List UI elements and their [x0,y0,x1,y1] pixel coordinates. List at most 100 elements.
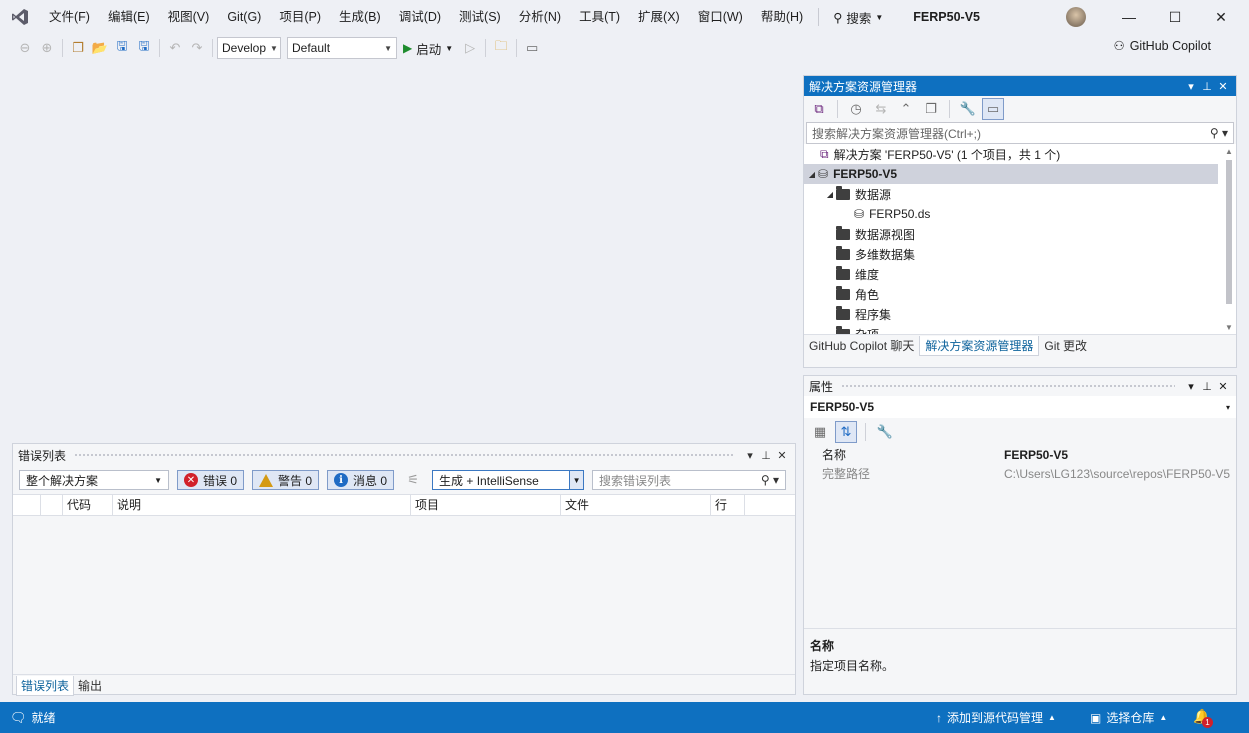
open-folder-icon[interactable]: 📂 [89,37,111,59]
close-button[interactable]: ✕ [1198,0,1244,34]
window-layout-icon[interactable]: ▭ [521,37,543,59]
menu-item[interactable]: Git(G) [218,0,270,34]
bottom-tab[interactable]: 错误列表 [16,675,75,696]
menu-item[interactable]: 分析(N) [510,0,570,34]
menu-item[interactable]: 编辑(E) [99,0,159,34]
notifications-button[interactable]: 🔔 1 [1193,708,1213,728]
start-without-debug-icon[interactable]: ▷ [459,37,481,59]
menu-item[interactable]: 项目(P) [270,0,330,34]
column-header[interactable]: 行 [711,495,745,515]
panel-menu-icon[interactable]: ▾ [1183,380,1199,393]
expand-arrow-icon[interactable]: ◢ [806,170,818,179]
undo-icon[interactable]: ↶ [164,37,186,59]
toolbar-divider [62,39,63,57]
properties-object-select[interactable]: FERP50-V5 ▾ [804,396,1236,418]
sync-icon[interactable]: ⇆ [870,98,892,120]
tree-scrollbar[interactable]: ▲ ▼ [1224,146,1234,332]
tree-item[interactable]: 多维数据集 [804,244,915,264]
menu-item[interactable]: 调试(D) [390,0,450,34]
search-menu[interactable]: ⚲ 搜索 ▼ [825,8,891,27]
column-header[interactable] [13,495,41,515]
warnings-filter-button[interactable]: 警告 0 [252,470,320,490]
properties-wrench-icon[interactable]: 🔧 [957,98,979,120]
menu-item[interactable]: 扩展(X) [629,0,689,34]
avatar[interactable] [1066,7,1086,27]
tree-item[interactable]: ◢ ⛁ FERP50-V5 [804,164,1218,184]
close-icon[interactable]: ✕ [1215,380,1231,393]
toolbar-divider [159,39,160,57]
bottom-tab[interactable]: 解决方案资源管理器 [919,335,1040,356]
tree-item-label: FERP50-V5 [833,167,898,181]
github-copilot-button[interactable]: ⚇ GitHub Copilot [1113,38,1211,54]
menu-item[interactable]: 视图(V) [159,0,219,34]
panel-menu-icon[interactable]: ▾ [1183,80,1199,93]
save-all-icon[interactable]: 🖫 [133,37,155,59]
column-header[interactable]: 项目 [411,495,561,515]
select-repo-button[interactable]: ▣ 选择仓库 ▲ [1090,709,1167,726]
visual-studio-logo-icon[interactable] [0,0,40,34]
menu-item[interactable]: 生成(B) [330,0,390,34]
column-header[interactable]: 文件 [561,495,711,515]
configuration-select[interactable]: Develop ▼ [217,37,281,59]
pin-icon[interactable]: ⊥ [1199,80,1215,93]
property-row[interactable]: 名称 FERP50-V5 [804,446,1236,465]
tree-item[interactable]: ⧉ 解决方案 'FERP50-V5' (1 个项目，共 1 个) [804,144,1060,164]
maximize-button[interactable]: ☐ [1152,0,1198,34]
tree-item[interactable]: 维度 [804,264,879,284]
main-toolbar: ⊖ ⊕ ❐ 📂 🖫 🖫 ↶ ↷ Develop ▼ Default ▼ ▶ 启动 ▼… [0,34,1249,62]
categorized-icon[interactable]: ▦ [809,421,831,443]
pending-changes-icon[interactable]: ◷ [845,98,867,120]
bottom-tab[interactable]: Git 更改 [1039,336,1092,356]
scope-select[interactable]: 整个解决方案 ▼ [19,470,169,490]
menu-item[interactable]: 窗口(W) [689,0,752,34]
expand-arrow-icon[interactable]: ◢ [824,190,836,199]
filter-icon[interactable]: ⚟ [402,469,424,491]
tree-item[interactable]: 角色 [804,284,879,304]
error-search-input[interactable]: 搜索错误列表 ⚲ ▾ [592,470,787,490]
panel-menu-icon[interactable]: ▾ [742,449,758,462]
tree-item[interactable]: 程序集 [804,304,891,324]
start-button[interactable]: ▶ 启动 ▼ [397,39,459,58]
show-all-files-icon[interactable]: ❐ [920,98,942,120]
tree-item[interactable]: 数据源视图 [804,224,915,244]
alphabetical-icon[interactable]: ⇅ [835,421,857,443]
tree-item[interactable]: 杂项 [804,324,879,334]
bottom-tab[interactable]: GitHub Copilot 聊天 [804,336,919,356]
build-filter-select[interactable]: 生成 + IntelliSense ▼ [432,470,585,490]
add-source-control-button[interactable]: ↑ 添加到源代码管理 ▲ [936,709,1056,726]
toolbar-divider [212,39,213,57]
switch-views-icon[interactable]: ⧉ [808,98,830,120]
folder-settings-icon[interactable]: 🗀 [490,37,512,59]
solution-search-input[interactable]: 搜索解决方案资源管理器(Ctrl+;) ⚲ ▾ [806,122,1234,144]
menu-item[interactable]: 帮助(H) [752,0,812,34]
collapse-all-icon[interactable]: ⌃ [895,98,917,120]
pin-icon[interactable]: ⊥ [758,449,774,462]
drag-grip[interactable] [841,383,1175,389]
tree-item[interactable]: ◢ 数据源 [804,184,891,204]
column-header[interactable]: 说明 [113,495,411,515]
close-icon[interactable]: ✕ [774,449,790,462]
menu-item[interactable]: 文件(F) [40,0,99,34]
back-icon[interactable]: ⊖ [14,37,36,59]
messages-filter-button[interactable]: i 消息 0 [327,470,395,490]
pin-icon[interactable]: ⊥ [1199,380,1215,393]
redo-icon[interactable]: ↷ [186,37,208,59]
tree-item[interactable]: ⛁ FERP50.ds [804,204,930,224]
drag-grip[interactable] [74,452,734,458]
menu-item[interactable]: 工具(T) [570,0,629,34]
property-pages-icon[interactable]: 🔧 [874,421,896,443]
minimize-button[interactable]: — [1106,0,1152,34]
column-header[interactable] [41,495,63,515]
platform-select[interactable]: Default ▼ [287,37,397,59]
new-project-icon[interactable]: ❐ [67,37,89,59]
close-icon[interactable]: ✕ [1215,80,1231,93]
save-icon[interactable]: 🖫 [111,37,133,59]
preview-icon[interactable]: ▭ [982,98,1004,120]
column-header[interactable]: 代码 [63,495,113,515]
property-row[interactable]: 完整路径 C:\Users\LG123\source\repos\FERP50-V… [804,465,1236,484]
bottom-tab[interactable]: 输出 [74,676,106,696]
errors-filter-button[interactable]: ✕ 错误 0 [177,470,245,490]
chevron-down-icon: ▾ [1225,402,1230,412]
forward-icon[interactable]: ⊕ [36,37,58,59]
menu-item[interactable]: 测试(S) [450,0,510,34]
